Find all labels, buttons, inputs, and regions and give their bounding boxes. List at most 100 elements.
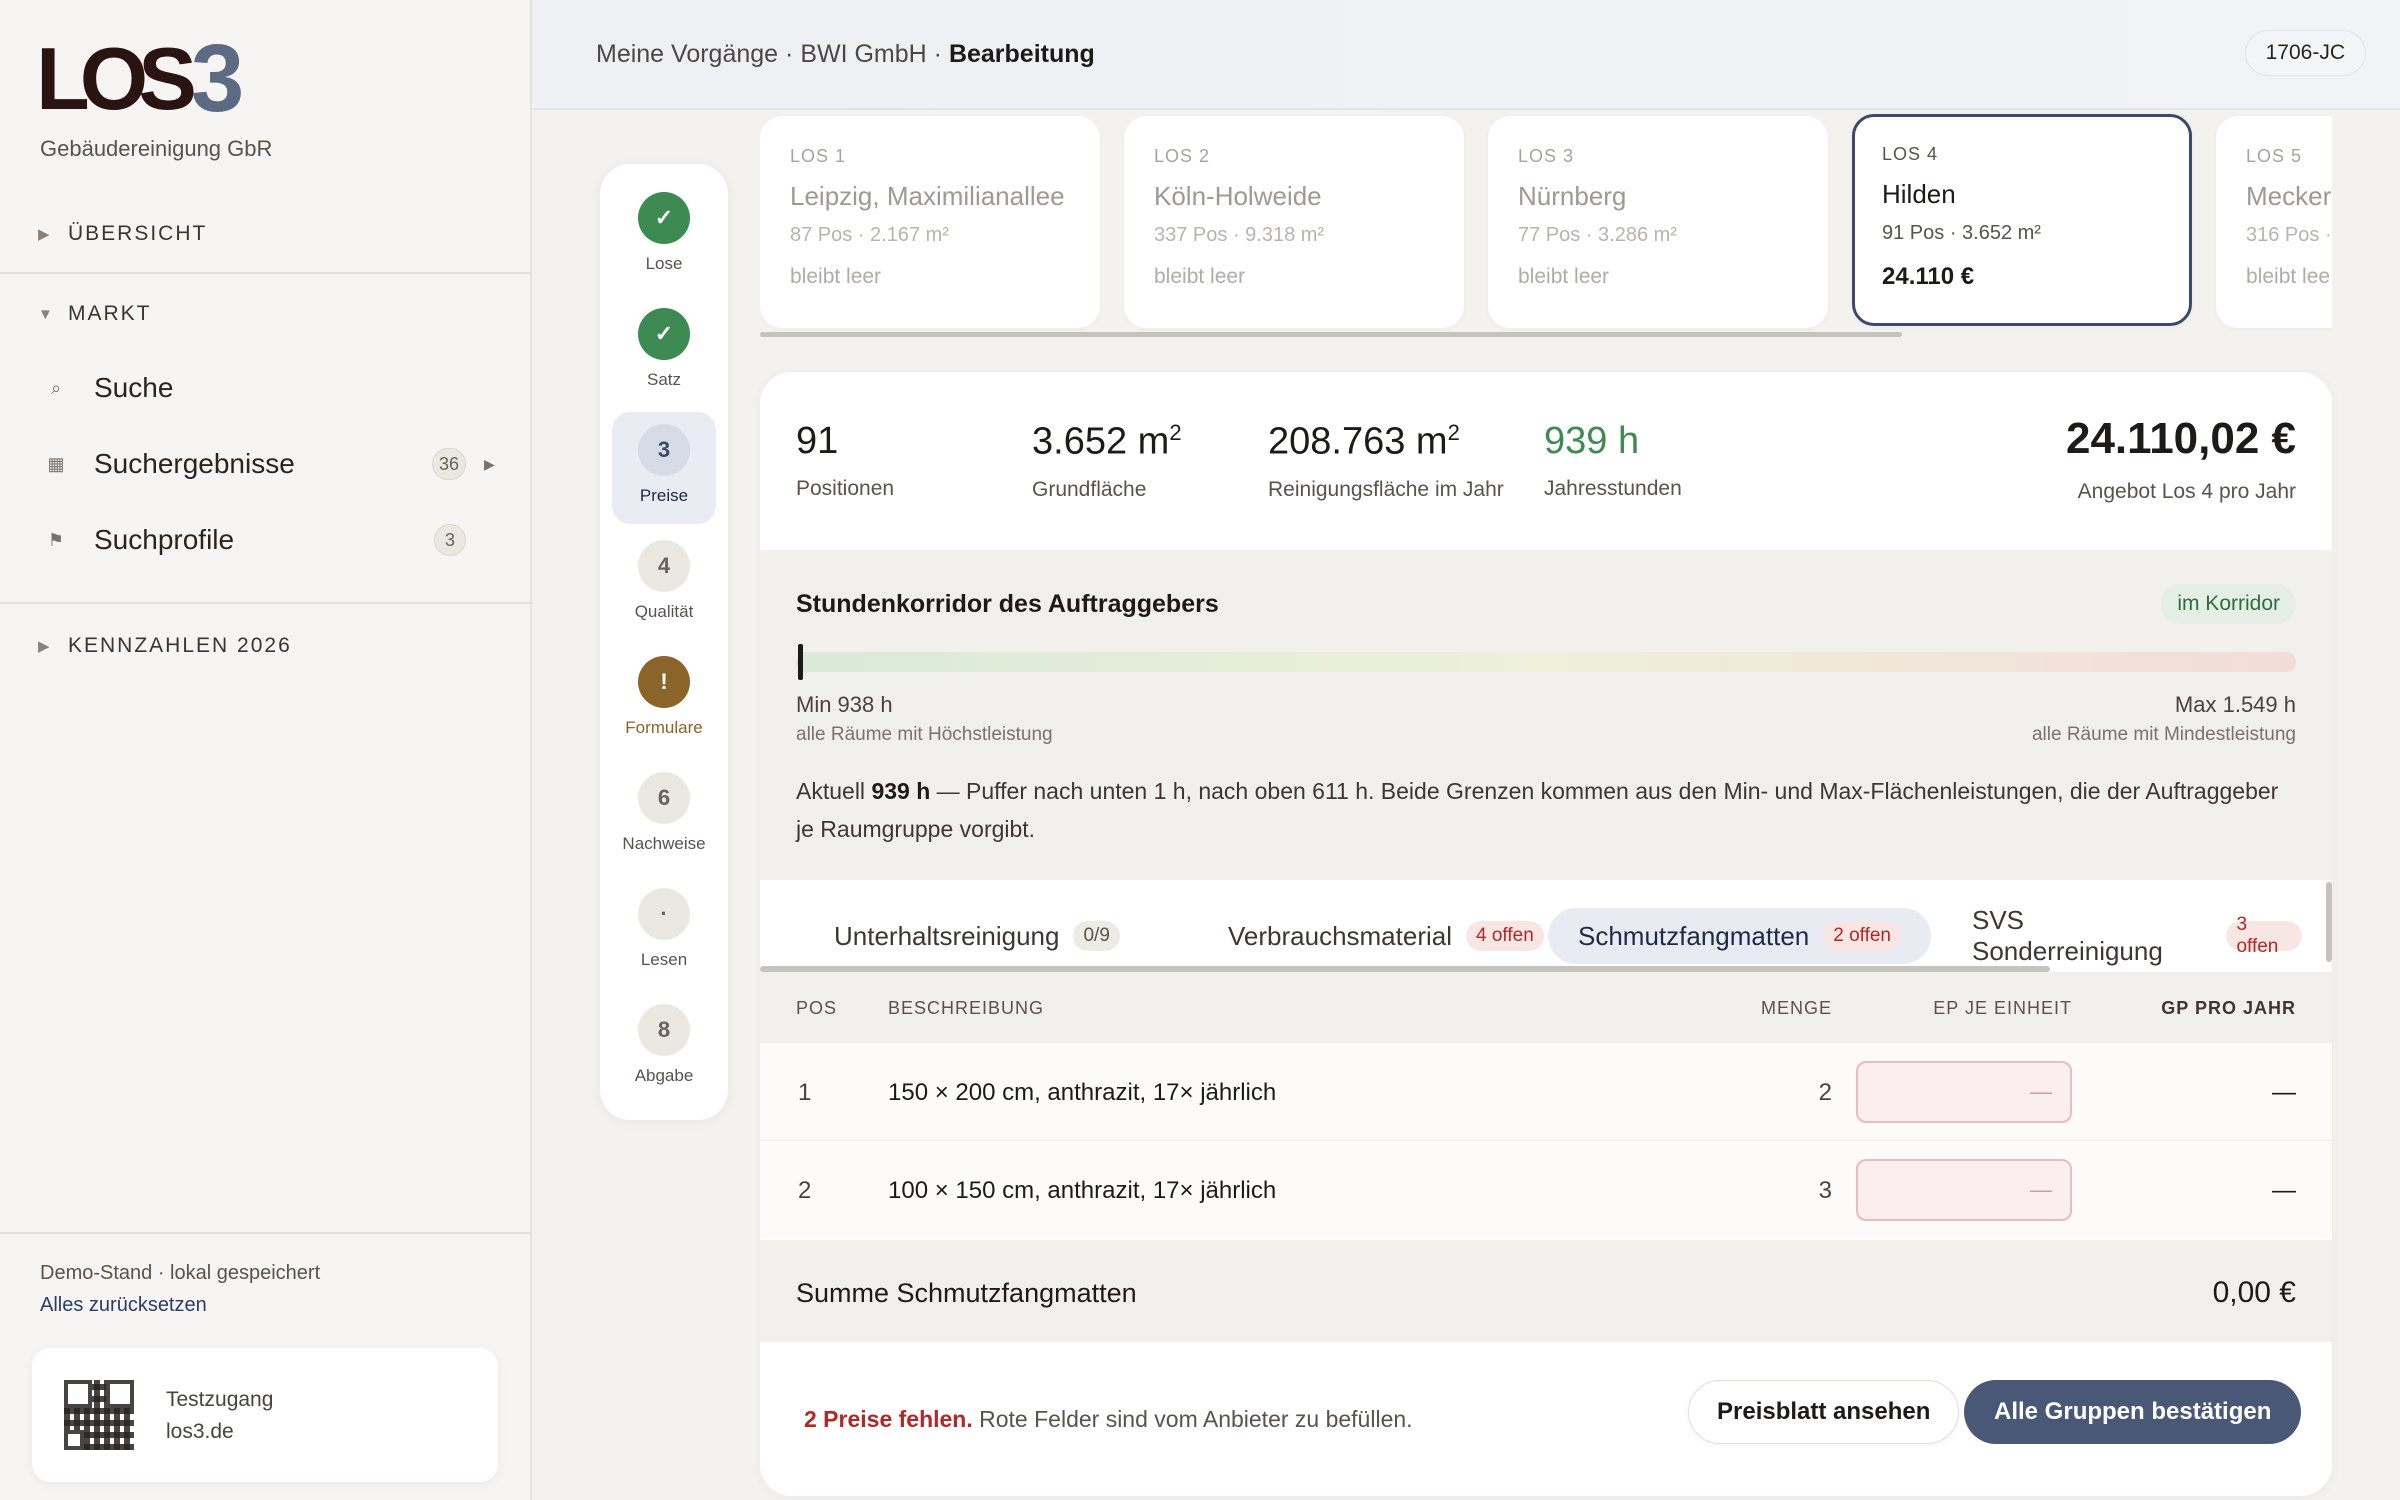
note-prefix: Aktuell (796, 778, 872, 804)
group-tabs: Unterhaltsreinigung 0/9 Verbrauchsmateria… (760, 880, 2332, 968)
stat-hours: 939 h Jahresstunden (1544, 420, 1682, 501)
reset-link[interactable]: Alles zurücksetzen (40, 1294, 207, 1317)
qr-code-icon (64, 1380, 134, 1450)
tab-verbrauchsmaterial[interactable]: Verbrauchsmaterial 4 offen (1198, 908, 1574, 964)
stat-area: 3.652 m2 Grundfläche (1032, 420, 1182, 502)
unit-price-input[interactable]: — (1856, 1159, 2072, 1221)
table-header: POS BESCHREIBUNG MENGE EP JE EINHEIT GP … (760, 972, 2332, 1042)
logo[interactable]: LOS 3 (36, 29, 244, 128)
step-lesen[interactable]: · Lesen (612, 876, 716, 988)
corridor-max-note: alle Räume mit Mindestleistung (2031, 724, 2296, 745)
tab-label: Verbrauchsmaterial (1228, 920, 1452, 951)
lot-key: LOS 3 (1518, 146, 1575, 166)
breadcrumb-item[interactable]: BWI GmbH (800, 40, 926, 68)
tab-unterhaltsreinigung[interactable]: Unterhaltsreinigung 0/9 (804, 908, 1150, 964)
row-description: 100 × 150 cm, anthrazit, 17× jährlich (888, 1177, 1277, 1204)
step-label: Qualität (634, 602, 694, 621)
lot-card-2[interactable]: LOS 2 Köln-Holweide 337 Pos · 9.318 m² blei… (1124, 116, 1464, 328)
table-row: 1 150 × 200 cm, anthrazit, 17× jährlich … (760, 1042, 2332, 1140)
tab-badge: 2 offen (1823, 921, 1901, 951)
lot-total: 24.110 € (1882, 263, 1975, 290)
lot-meta: 77 Pos · 3.286 m² (1518, 224, 1677, 246)
tab-svs-sonderreinigung[interactable]: SVS Sonderreinigung 3 offen (1942, 905, 2332, 966)
view-price-sheet-button[interactable]: Preisblatt ansehen (1688, 1380, 1960, 1444)
lot-key: LOS 2 (1154, 146, 1211, 166)
chevron-right-icon: ▶ (38, 638, 52, 655)
stat-value: 208.763 m (1268, 420, 1448, 463)
row-yearly-price: — (2272, 1079, 2296, 1106)
missing-prices-note: 2 Preise fehlen. Rote Felder sind vom An… (804, 1406, 1413, 1433)
stat-total: 24.110,02 € Angebot Los 4 pro Jahr (2066, 414, 2296, 504)
tab-label: SVS Sonderreinigung (1972, 905, 2163, 966)
note-value: 939 h (871, 778, 931, 804)
lot-card-1[interactable]: LOS 1 Leipzig, Maximilianallee 87 Pos · 2.… (760, 116, 1100, 328)
step-label: Lose (645, 254, 683, 273)
lot-key: LOS 5 (2246, 146, 2303, 166)
unit-superscript: 2 (1447, 420, 1460, 445)
check-icon: ✓ (638, 308, 690, 360)
test-access-title: Testzugang (166, 1388, 274, 1411)
flag-icon: ⚑ (47, 529, 65, 550)
logo-text: LOS (36, 29, 197, 128)
unit-price-input[interactable]: — (1856, 1061, 2072, 1123)
section-kpis-label: KENNZAHLEN 2026 (68, 634, 292, 657)
row-pos: 1 (798, 1079, 812, 1106)
section-overview[interactable]: ▶ ÜBERSICHT (38, 222, 207, 246)
check-icon: ✓ (638, 192, 690, 244)
section-kpis[interactable]: ▶ KENNZAHLEN 2026 (38, 634, 292, 658)
stat-label: Grundfläche (1032, 477, 1147, 501)
stat-label: Jahresstunden (1544, 477, 1682, 500)
tab-schmutzfangmatten[interactable]: Schmutzfangmatten 2 offen (1548, 908, 1931, 964)
row-yearly-price: — (2272, 1177, 2296, 1204)
step-nachweise[interactable]: 6 Nachweise (612, 760, 716, 872)
corridor-min-note: alle Räume mit Höchstleistung (796, 724, 1053, 745)
step-label: Formulare (625, 718, 703, 737)
section-market[interactable]: ▼ MARKT (38, 302, 152, 326)
lot-card-4[interactable]: LOS 4 Hilden 91 Pos · 3.652 m² 24.110 € (1852, 114, 2192, 326)
step-preise[interactable]: 3 Preise (612, 412, 716, 524)
step-qualitaet[interactable]: 4 Qualität (612, 528, 716, 640)
stat-value: 3.652 m (1032, 420, 1170, 463)
step-number: 3 (638, 424, 690, 476)
demo-status: Demo-Stand · lokal gespeichert (40, 1262, 321, 1284)
step-number: 8 (638, 1004, 690, 1056)
lot-card-3[interactable]: LOS 3 Nürnberg 77 Pos · 3.286 m² bleibt lee… (1488, 116, 1828, 328)
chevron-right-icon[interactable]: ▶ (484, 456, 496, 473)
stat-yearly-area: 208.763 m2 Reinigungsfläche im Jahr (1268, 420, 1504, 502)
row-quantity: 3 (1818, 1177, 1832, 1204)
tab-badge: 4 offen (1466, 921, 1544, 951)
column-header-quantity: MENGE (1760, 998, 1832, 1018)
confirm-all-groups-button[interactable]: Alle Gruppen bestätigen (1964, 1380, 2302, 1444)
lot-meta: 91 Pos · 3.652 m² (1882, 222, 2041, 244)
step-formulare[interactable]: ! Formulare (612, 644, 716, 756)
step-number: 6 (638, 772, 690, 824)
missing-count: 2 Preise fehlen. (804, 1406, 973, 1432)
row-quantity: 2 (1818, 1079, 1832, 1106)
step-number: 4 (638, 540, 690, 592)
pricing-card: 91 Positionen 3.652 m2 Grundfläche 208.763… (760, 372, 2332, 1496)
step-abgabe[interactable]: 8 Abgabe (612, 992, 716, 1104)
test-access-url: los3.de (166, 1420, 234, 1443)
step-label: Abgabe (634, 1066, 694, 1085)
sidebar-item-profiles[interactable]: ⚑ Suchprofile 3 (46, 524, 496, 556)
column-header-pos: POS (796, 998, 838, 1018)
test-access-card[interactable]: Testzugang los3.de (32, 1348, 498, 1482)
total-label: Angebot Los 4 pro Jahr (2077, 480, 2296, 503)
divider (0, 272, 532, 274)
step-lose[interactable]: ✓ Lose (612, 180, 716, 292)
lot-card-5[interactable]: LOS 5 Mecker 316 Pos · bleibt lee (2216, 116, 2332, 328)
sidebar-item-results[interactable]: ▦ Suchergebnisse 36 ▶ (46, 448, 496, 480)
note-text: — Puffer nach unten 1 h, nach oben 611 h… (796, 778, 2279, 842)
vertical-scrollbar[interactable] (2326, 882, 2332, 962)
lot-key: LOS 4 (1882, 144, 1939, 164)
sidebar-item-search[interactable]: ⌕ Suche (46, 372, 496, 404)
breadcrumb-item[interactable]: Meine Vorgänge (596, 40, 778, 68)
breadcrumb: Meine Vorgänge · BWI GmbH · Bearbeitung (596, 40, 1095, 68)
lot-meta: 316 Pos · (2246, 224, 2332, 246)
lot-meta: 87 Pos · 2.167 m² (790, 224, 949, 246)
warning-icon: ! (638, 656, 690, 708)
step-satz[interactable]: ✓ Satz (612, 296, 716, 408)
unit-superscript: 2 (1169, 420, 1182, 445)
tab-badge: 3 offen (2226, 914, 2302, 957)
lot-scrollbar[interactable] (760, 332, 1902, 337)
